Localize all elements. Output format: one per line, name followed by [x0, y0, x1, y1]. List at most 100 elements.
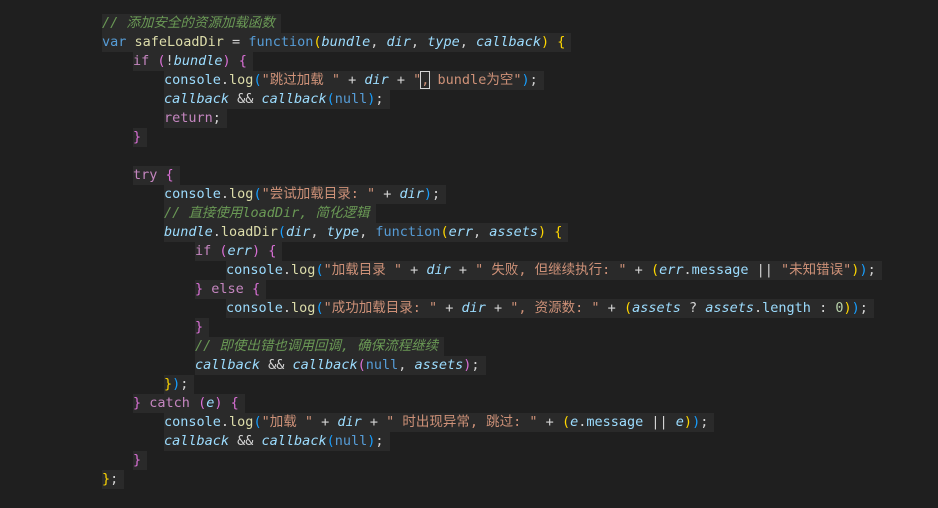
- code-line[interactable]: callback && callback(null);: [0, 432, 938, 451]
- code-token: ,: [398, 357, 415, 373]
- code-area[interactable]: // 添加安全的资源加载函数 var safeLoadDir = function…: [0, 14, 938, 489]
- code-token: +: [599, 300, 624, 316]
- code-token: .: [282, 300, 292, 316]
- code-line[interactable]: var safeLoadDir = function(bundle, dir, …: [0, 33, 938, 52]
- code-token: (: [650, 262, 660, 278]
- code-token: +: [339, 72, 365, 88]
- code-line[interactable]: console.log("加载 " + dir + " 时出现异常, 跳过: "…: [0, 413, 938, 432]
- code-token: ;: [180, 376, 189, 392]
- code-line[interactable]: bundle.loadDir(dir, type, function(err, …: [0, 223, 938, 242]
- code-token: (: [219, 243, 228, 259]
- code-token: length: [762, 300, 811, 316]
- code-token: dir: [461, 300, 486, 316]
- code-line[interactable]: try {: [0, 166, 938, 185]
- code-line-content[interactable]: console.log("加载目录 " + dir + " 失败, 但继续执行:…: [226, 261, 882, 280]
- code-token: (: [623, 300, 633, 316]
- code-line[interactable]: };: [0, 470, 938, 489]
- code-token: dir: [337, 414, 362, 430]
- code-token: console: [226, 300, 283, 316]
- code-token: "成功加载目录: ": [323, 300, 438, 316]
- code-line[interactable]: // 添加安全的资源加载函数: [0, 14, 938, 33]
- code-line-content[interactable]: }: [195, 318, 210, 337]
- code-line-content[interactable]: } else {: [195, 280, 267, 299]
- code-token: +: [361, 414, 387, 430]
- code-token: ;: [700, 414, 709, 430]
- code-token: e: [675, 414, 684, 430]
- code-line-content[interactable]: console.log("加载 " + dir + " 时出现异常, 跳过: "…: [164, 413, 715, 432]
- code-token: err: [227, 243, 252, 259]
- code-line-content[interactable]: } catch (e) {: [133, 394, 245, 413]
- code-token: (: [326, 433, 335, 449]
- code-token: ): [843, 300, 852, 316]
- code-token: +: [450, 262, 476, 278]
- code-line[interactable]: console.log("尝试加载目录: " + dir);: [0, 185, 938, 204]
- code-token: (: [357, 357, 366, 373]
- code-line[interactable]: console.log("跳过加载 " + dir + ", bundle为空"…: [0, 71, 938, 90]
- code-line-content[interactable]: if (!bundle) {: [133, 52, 253, 71]
- code-line-content[interactable]: }: [133, 128, 148, 147]
- code-token: ,: [410, 34, 428, 50]
- code-token: ,: [472, 224, 490, 240]
- code-token: log: [229, 72, 254, 88]
- code-line[interactable]: // 即使出错也调用回调, 确保流程继续: [0, 337, 938, 356]
- code-line-content[interactable]: bundle.loadDir(dir, type, function(err, …: [164, 223, 569, 242]
- code-token: // 添加安全的资源加载函数: [102, 15, 275, 31]
- code-token: if: [133, 53, 150, 69]
- code-token: }: [102, 471, 111, 487]
- code-line-content[interactable]: // 即使出错也调用回调, 确保流程继续: [195, 337, 445, 356]
- code-token: {: [165, 167, 174, 183]
- code-token: (: [253, 186, 262, 202]
- code-token: {: [557, 34, 566, 50]
- code-line-content[interactable]: console.log("成功加载目录: " + dir + ", 资源数: "…: [226, 299, 874, 318]
- code-token: ,: [459, 34, 476, 50]
- code-line[interactable]: });: [0, 375, 938, 394]
- code-token: (: [561, 414, 571, 430]
- code-line-content[interactable]: console.log("跳过加载 " + dir + ", bundle为空"…: [164, 71, 544, 90]
- code-line[interactable]: console.log("成功加载目录: " + dir + ", 资源数: "…: [0, 299, 938, 318]
- code-line[interactable]: callback && callback(null, assets);: [0, 356, 938, 375]
- code-editor[interactable]: // 添加安全的资源加载函数 var safeLoadDir = function…: [0, 0, 938, 508]
- code-token: {: [230, 395, 239, 411]
- code-token: bundle: [164, 224, 213, 240]
- code-line[interactable]: }: [0, 128, 938, 147]
- code-line-content[interactable]: });: [164, 375, 195, 394]
- code-line[interactable]: if (err) {: [0, 242, 938, 261]
- code-token: ?: [680, 300, 706, 316]
- code-line-content[interactable]: callback && callback(null);: [164, 432, 390, 451]
- code-line-content[interactable]: // 直接使用loadDir, 简化逻辑: [164, 204, 376, 223]
- code-token: +: [401, 262, 427, 278]
- code-line[interactable]: }: [0, 451, 938, 470]
- code-line[interactable]: [0, 147, 938, 166]
- code-token: dir: [364, 72, 389, 88]
- code-token: callback: [292, 357, 358, 373]
- code-token: log: [291, 262, 316, 278]
- code-token: ): [423, 186, 433, 202]
- code-line-content[interactable]: console.log("尝试加载目录: " + dir);: [164, 185, 447, 204]
- code-token: }: [195, 281, 204, 297]
- code-line[interactable]: } else {: [0, 280, 938, 299]
- code-line-content[interactable]: return;: [164, 109, 227, 128]
- code-line[interactable]: callback && callback(null);: [0, 90, 938, 109]
- code-line-content[interactable]: var safeLoadDir = function(bundle, dir, …: [102, 33, 572, 52]
- code-token: ,: [310, 224, 327, 240]
- code-line[interactable]: } catch (e) {: [0, 394, 938, 413]
- code-token: console: [226, 262, 283, 278]
- code-token: callback: [475, 34, 541, 50]
- code-line-content[interactable]: try {: [133, 166, 180, 185]
- code-line-content[interactable]: };: [102, 470, 125, 489]
- code-token: bundle为空": [429, 72, 522, 88]
- code-line[interactable]: console.log("加载目录 " + dir + " 失败, 但继续执行:…: [0, 261, 938, 280]
- code-line[interactable]: }: [0, 318, 938, 337]
- code-token: err: [448, 224, 473, 240]
- code-line-content[interactable]: if (err) {: [195, 242, 283, 261]
- code-token: +: [388, 72, 414, 88]
- code-line-content[interactable]: callback && callback(null, assets);: [195, 356, 486, 375]
- code-line-content[interactable]: // 添加安全的资源加载函数: [102, 14, 281, 33]
- code-line[interactable]: // 直接使用loadDir, 简化逻辑: [0, 204, 938, 223]
- code-line-content[interactable]: callback && callback(null);: [164, 90, 390, 109]
- code-line[interactable]: if (!bundle) {: [0, 52, 938, 71]
- code-token: &&: [229, 433, 262, 449]
- code-line-content[interactable]: }: [133, 451, 148, 470]
- code-line[interactable]: return;: [0, 109, 938, 128]
